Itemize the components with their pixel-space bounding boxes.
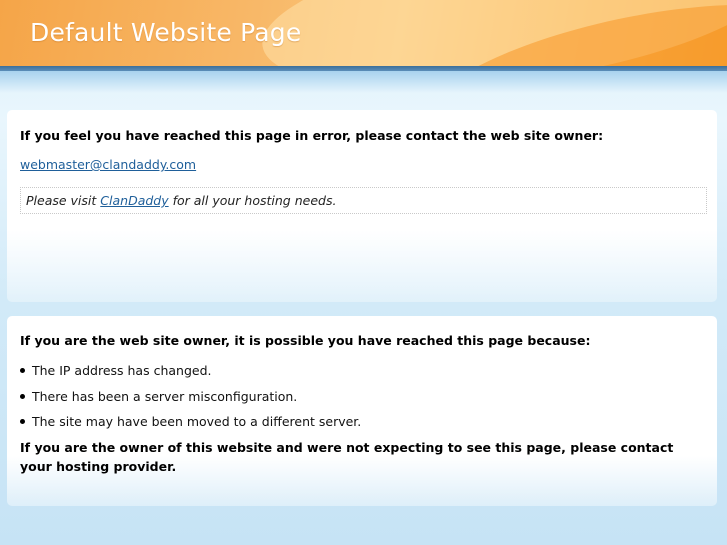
error-contact-heading: If you feel you have reached this page i…	[20, 128, 604, 143]
header-divider-shadow	[0, 71, 727, 93]
page: Default Website Page If you feel you hav…	[0, 0, 727, 545]
owner-info-panel: If you are the web site owner, it is pos…	[7, 316, 717, 506]
hosting-promo-prefix: Please visit	[26, 193, 101, 208]
bullet-icon	[20, 393, 25, 399]
error-contact-panel: If you feel you have reached this page i…	[7, 110, 717, 302]
reason-text: The IP address has changed.	[32, 363, 212, 378]
page-title: Default Website Page	[30, 18, 302, 47]
webmaster-email-link[interactable]: webmaster@clandaddy.com	[20, 157, 196, 172]
hosting-promo-suffix: for all your hosting needs.	[168, 193, 337, 208]
hosting-promo-box: Please visit ClanDaddy for all your host…	[20, 187, 707, 214]
bullet-icon	[20, 419, 25, 424]
reason-text: There has been a server misconfiguration…	[32, 388, 298, 404]
owner-contact-note: If you are the owner of this website and…	[20, 440, 674, 474]
header-banner: Default Website Page	[0, 0, 727, 66]
owner-info-heading: If you are the web site owner, it is pos…	[20, 333, 591, 348]
reasons-list: The IP address has changed. There has be…	[20, 361, 361, 438]
list-item: There has been a server misconfiguration…	[20, 387, 361, 413]
list-item: The site may have been moved to a differ…	[20, 412, 361, 438]
reason-text: The site may have been moved to a differ…	[32, 414, 362, 429]
list-item: The IP address has changed.	[20, 361, 361, 387]
clandaddy-link[interactable]: ClanDaddy	[100, 193, 168, 208]
bullet-icon	[20, 368, 25, 373]
